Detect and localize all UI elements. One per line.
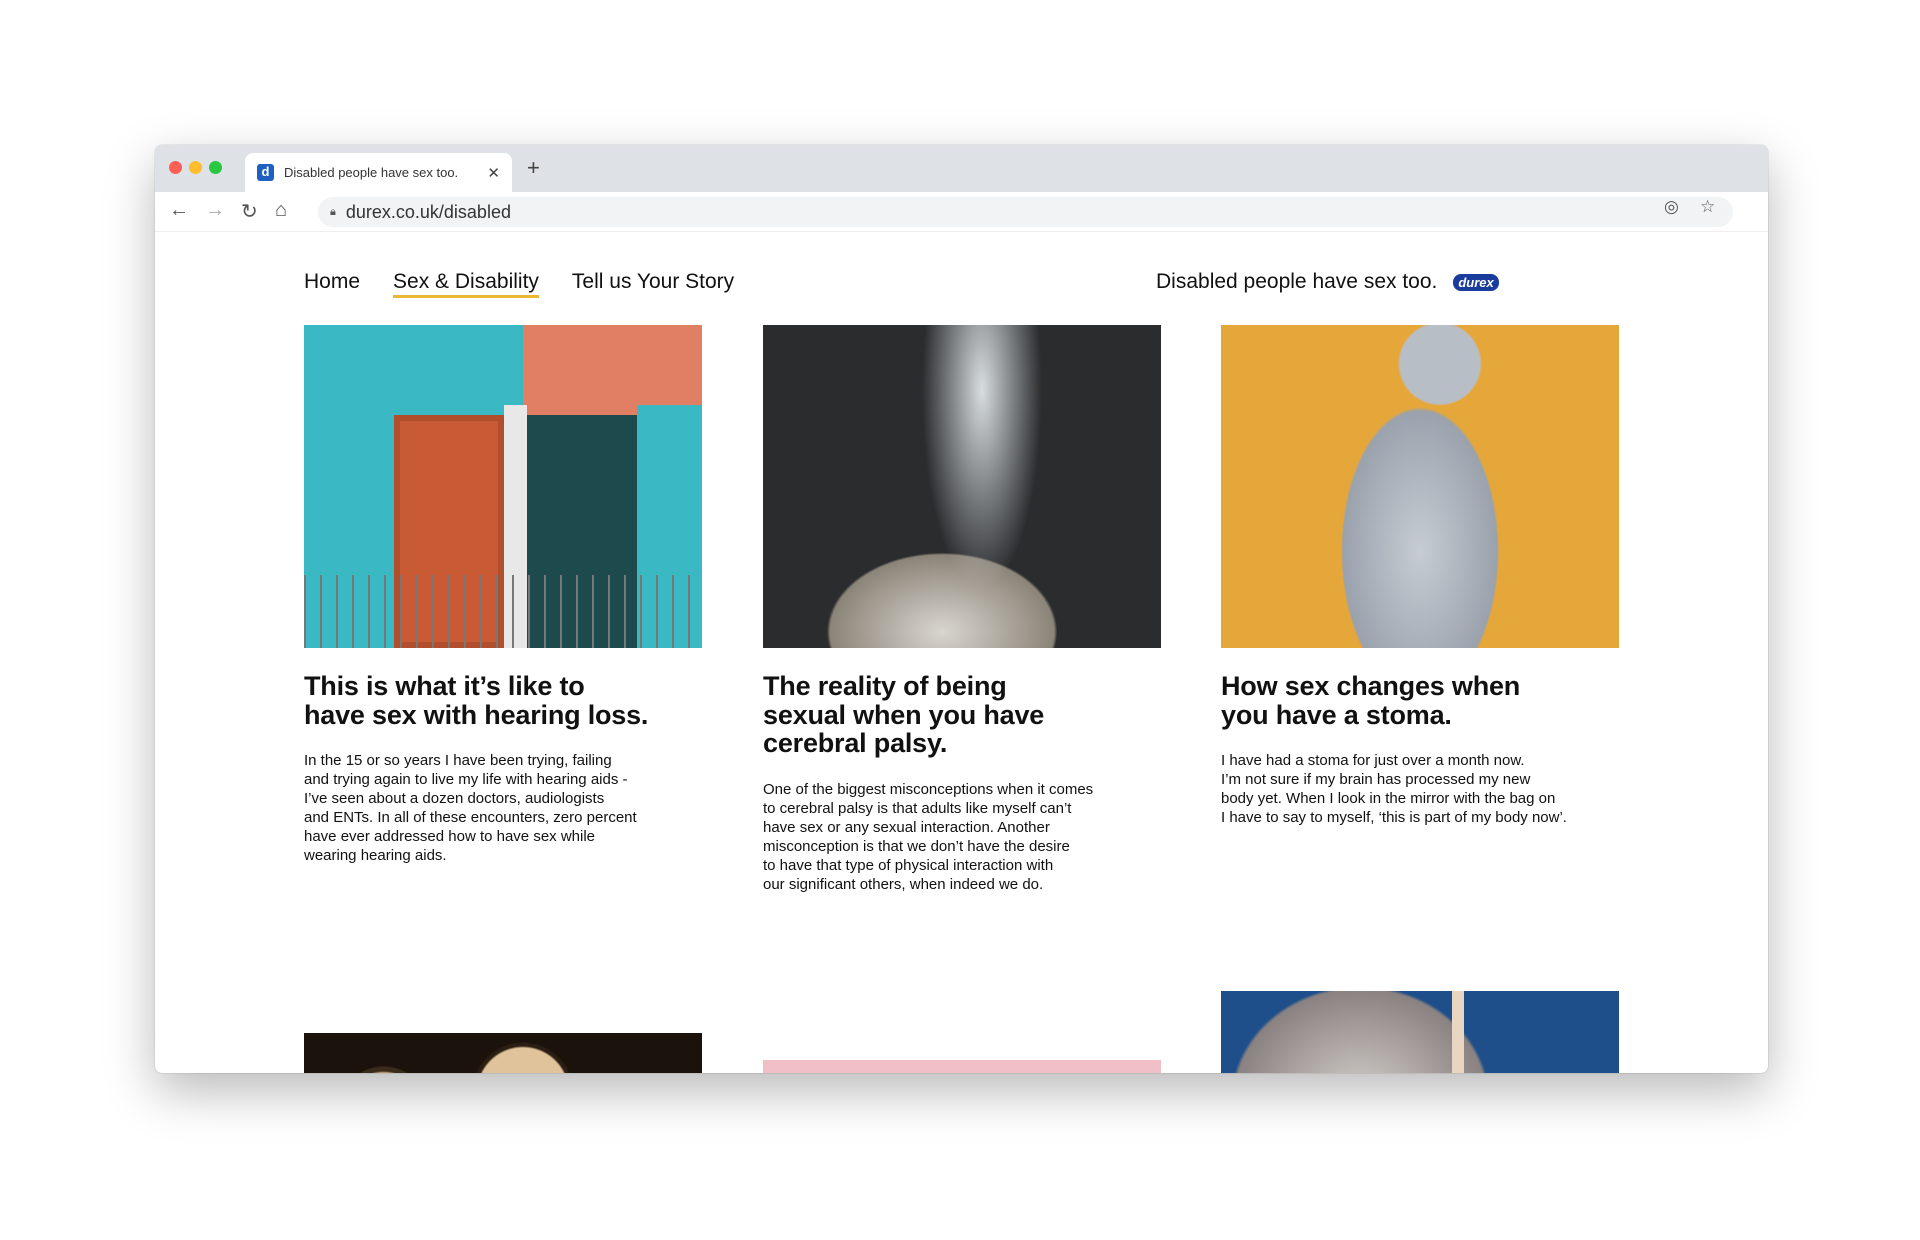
plus-icon[interactable]: + — [527, 155, 540, 181]
honey-jar-image[interactable] — [763, 1060, 1161, 1073]
home-icon[interactable]: ⌂ — [275, 199, 287, 222]
close-icon[interactable]: ✕ — [487, 164, 500, 182]
tagline-text: Disabled people have sex too. — [1156, 270, 1438, 293]
minimize-window-button[interactable] — [189, 161, 202, 174]
close-window-button[interactable] — [169, 161, 182, 174]
star-icon[interactable]: ☆ — [1700, 197, 1715, 217]
doors-image[interactable] — [304, 325, 702, 648]
location-icon[interactable]: ◎ — [1664, 197, 1679, 217]
site-nav: Home Sex & Disability Tell us Your Story — [304, 270, 734, 298]
tab-bar: d Disabled people have sex too. ✕ + — [155, 145, 1768, 192]
durex-logo[interactable]: durex — [1453, 273, 1499, 291]
maximize-window-button[interactable] — [209, 161, 222, 174]
tab-title: Disabled people have sex too. — [284, 165, 459, 180]
reload-icon[interactable]: ↻ — [241, 199, 258, 224]
forward-arrow-icon[interactable]: → — [205, 199, 225, 222]
nav-sex-disability[interactable]: Sex & Disability — [393, 270, 539, 298]
site-tagline: Disabled people have sex too. durex — [1156, 270, 1499, 294]
browser-tab[interactable]: d Disabled people have sex too. ✕ — [245, 153, 512, 192]
logs-image[interactable] — [304, 1033, 702, 1073]
toolbar: ← → ↻ ⌂ 🔒︎ durex.co.uk/disabled ◎ ☆ — [155, 192, 1768, 232]
rocket-launch-image[interactable] — [1221, 991, 1619, 1073]
lock-icon: 🔒︎ — [330, 205, 336, 218]
nav-home[interactable]: Home — [304, 270, 360, 298]
back-arrow-icon[interactable]: ← — [169, 199, 189, 222]
article-title[interactable]: The reality of being sexual when you have… — [763, 672, 1161, 758]
browser-window: d Disabled people have sex too. ✕ + ← → … — [155, 145, 1768, 1073]
article-excerpt: One of the biggest misconceptions when i… — [763, 780, 1094, 893]
page-content: Home Sex & Disability Tell us Your Story… — [155, 232, 1768, 1073]
geyser-image[interactable] — [763, 325, 1161, 648]
statue-image[interactable] — [1221, 325, 1619, 648]
article-title[interactable]: This is what it’s like to have sex with h… — [304, 672, 702, 729]
article-excerpt: In the 15 or so years I have been trying… — [304, 752, 637, 864]
article-card[interactable]: How sex changes when you have a stoma. I … — [1221, 325, 1619, 827]
article-card[interactable]: This is what it’s like to have sex with h… — [304, 325, 702, 865]
nav-tell-your-story[interactable]: Tell us Your Story — [572, 270, 734, 298]
address-bar[interactable]: 🔒︎ durex.co.uk/disabled — [318, 197, 1733, 227]
favicon: d — [257, 164, 274, 181]
article-card[interactable]: The reality of being sexual when you have… — [763, 325, 1161, 894]
url-text: durex.co.uk/disabled — [345, 201, 511, 222]
article-title[interactable]: How sex changes when you have a stoma. — [1221, 672, 1619, 729]
article-excerpt: I have had a stoma for just over a month… — [1221, 752, 1567, 826]
